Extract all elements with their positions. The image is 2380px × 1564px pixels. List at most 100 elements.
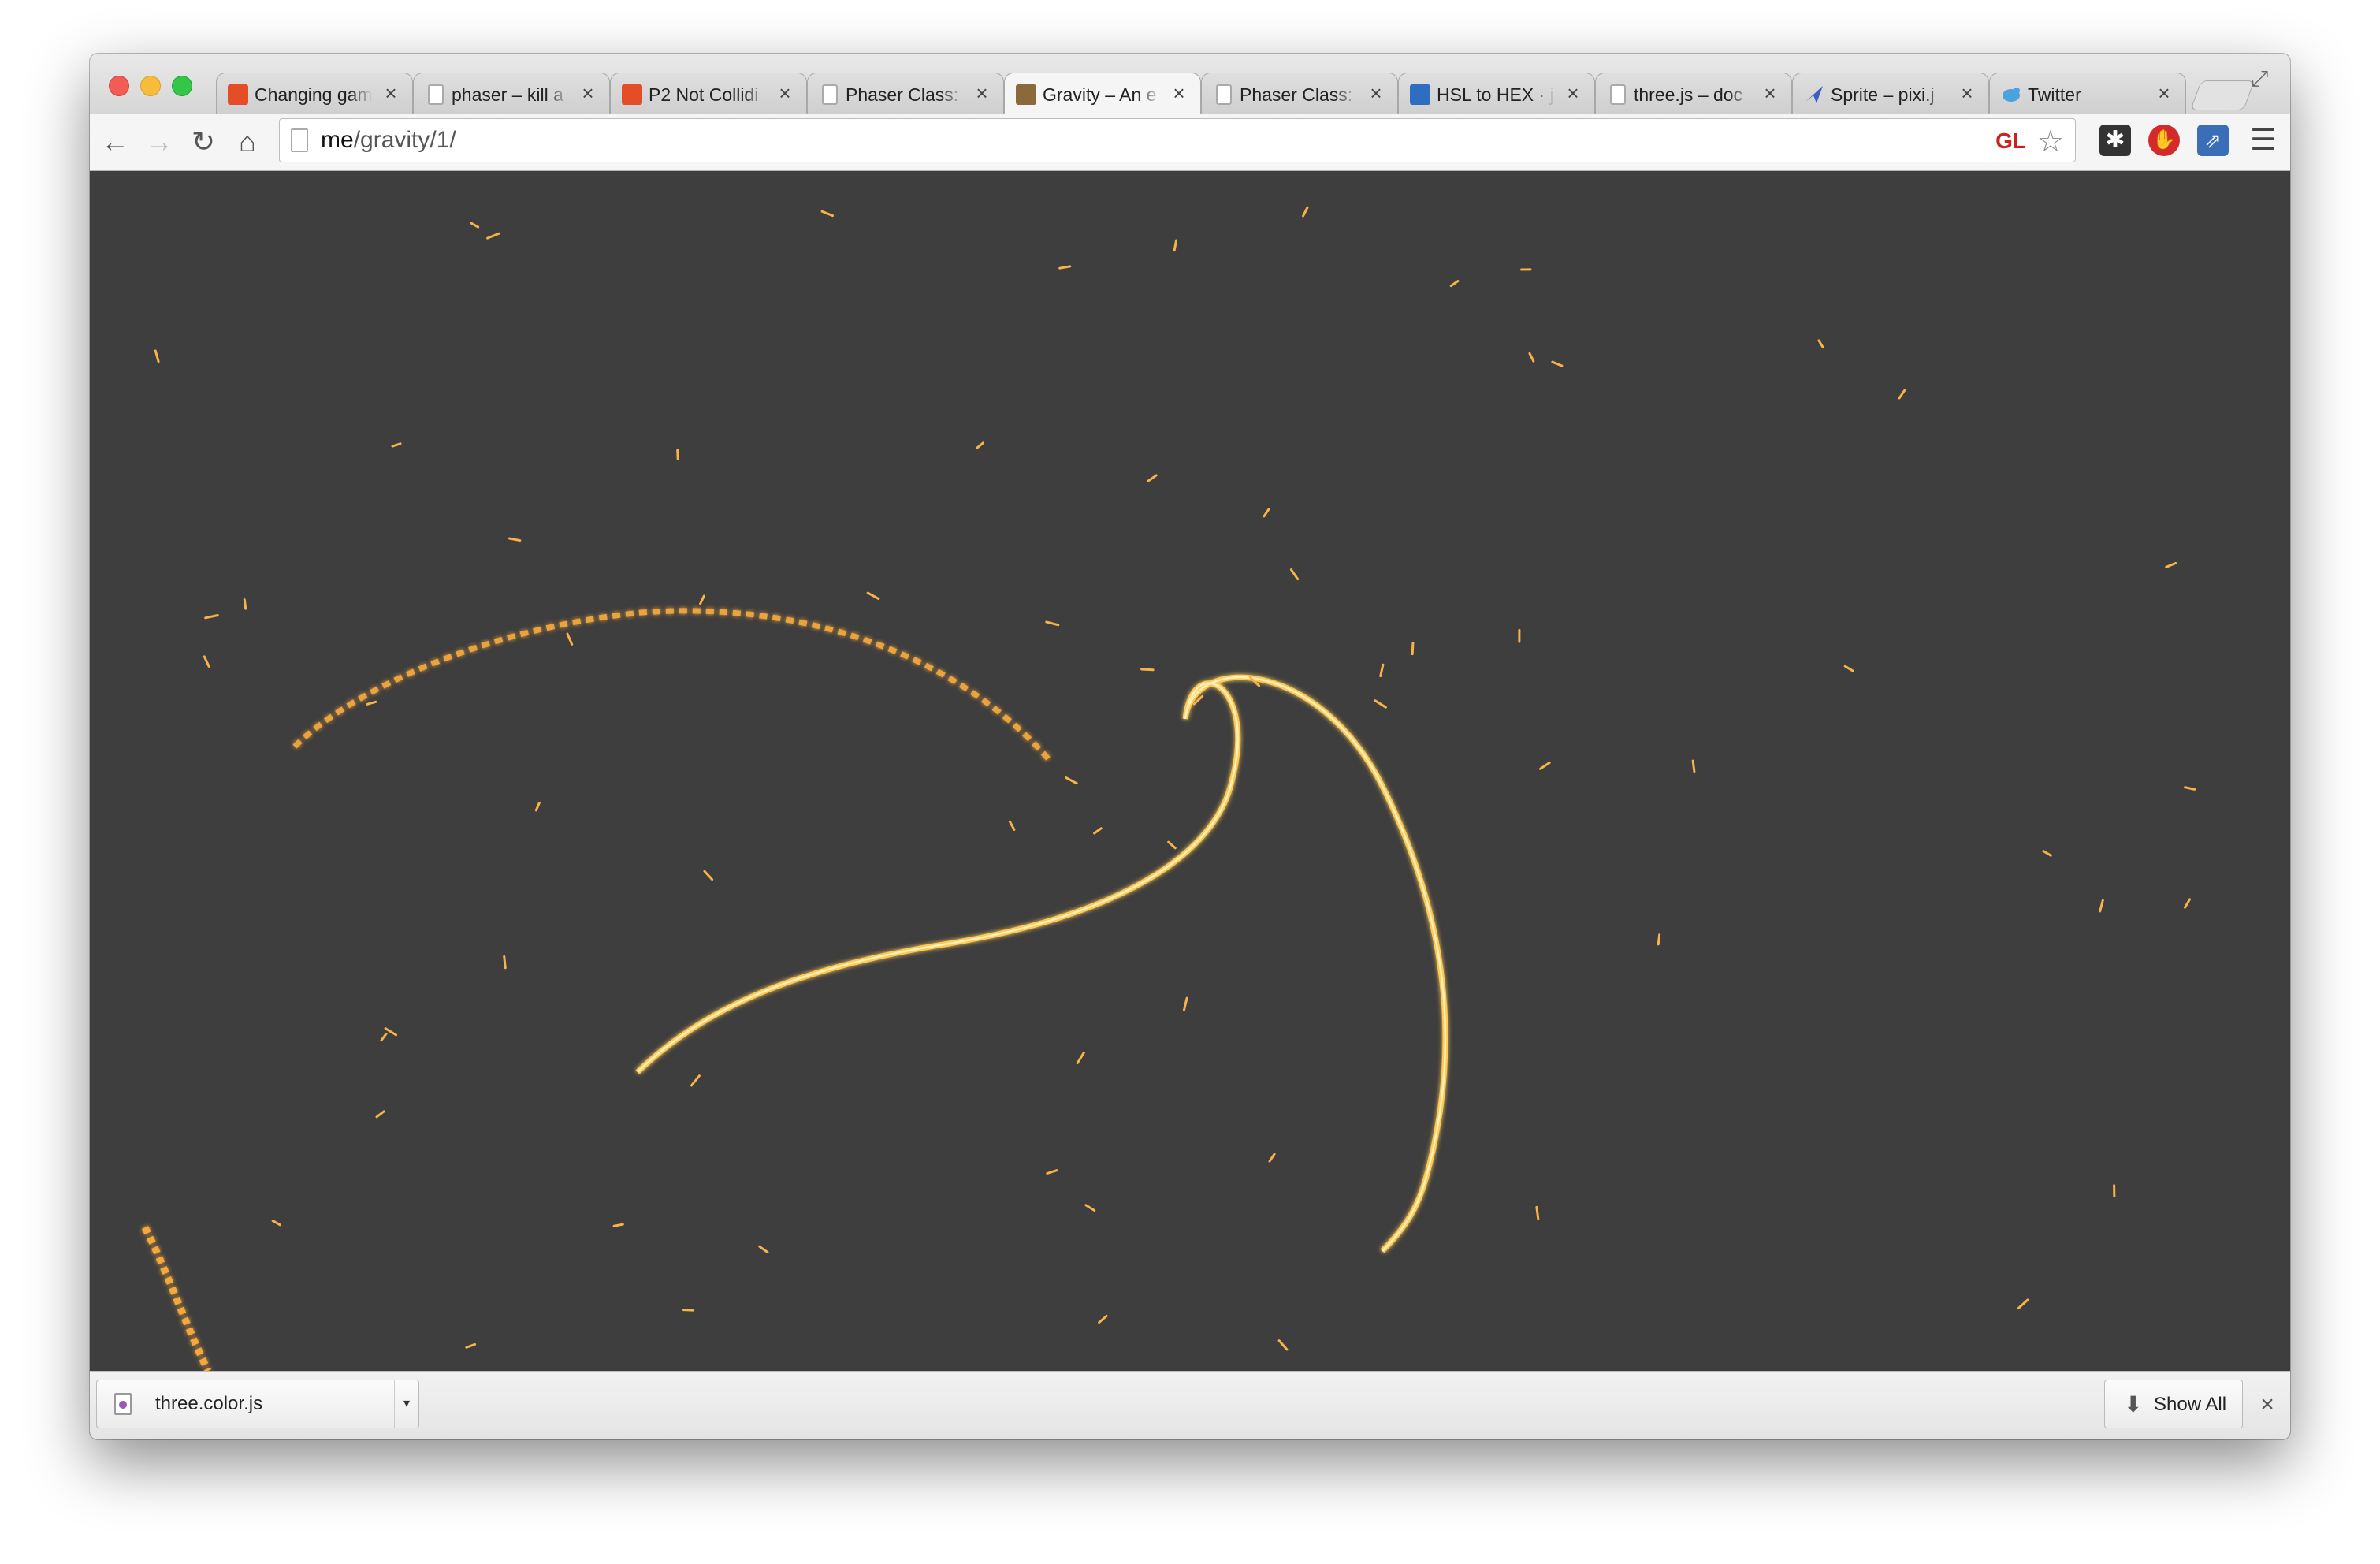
gl-badge[interactable]: GL: [1995, 128, 2026, 154]
particle: [2042, 850, 2052, 857]
url-host: me: [321, 127, 354, 153]
close-downloads-icon[interactable]: ×: [2255, 1389, 2279, 1421]
particle: [1379, 663, 1385, 678]
window-zoom-button[interactable]: [172, 76, 192, 96]
particle: [243, 598, 247, 610]
particle: [380, 1033, 388, 1042]
html5-icon: [228, 84, 248, 105]
particle: [1691, 759, 1696, 773]
pixi-icon: [1804, 84, 1824, 105]
tab-close-icon[interactable]: ×: [972, 81, 992, 105]
particle: [1263, 508, 1270, 518]
address-bar[interactable]: me/gravity/1/ GL ☆: [279, 118, 2076, 162]
particle: [2184, 786, 2196, 791]
gravity-particle-canvas[interactable]: [90, 171, 2290, 1371]
window-close-button[interactable]: [109, 76, 129, 96]
particle: [566, 632, 574, 646]
particle: [820, 210, 835, 218]
bookmark-star-icon[interactable]: ☆: [2037, 124, 2064, 159]
particle: [1084, 1204, 1096, 1212]
particle: [1528, 352, 1535, 363]
particle: [1058, 265, 1072, 270]
tab-title: P2 Not Collidi: [649, 84, 759, 105]
tab-title: phaser – kill a: [452, 84, 563, 105]
tab-sprite-pixi[interactable]: Sprite – pixi.j ×: [1792, 73, 1989, 114]
particle: [1551, 360, 1564, 367]
particle: [976, 441, 984, 449]
tab-hsl-to-hex[interactable]: HSL to HEX · j ×: [1398, 73, 1595, 114]
window-minimize-button[interactable]: [140, 76, 161, 96]
forward-button[interactable]: →: [142, 125, 177, 159]
back-button[interactable]: ←: [98, 125, 132, 159]
particle: [534, 802, 541, 812]
show-all-label: Show All: [2154, 1394, 2227, 1415]
particle: [1008, 820, 1016, 831]
particle-trail-arc: [292, 608, 1054, 765]
particle: [1898, 389, 1906, 400]
particle: [1277, 1339, 1289, 1351]
tab-threejs-docs[interactable]: three.js – doc ×: [1595, 73, 1792, 114]
html5-icon: [622, 84, 642, 105]
particle: [1065, 776, 1078, 785]
particle: [470, 222, 480, 229]
particle: [1182, 996, 1188, 1011]
particle: [503, 955, 507, 970]
particle: [758, 1245, 769, 1254]
tab-close-icon[interactable]: ×: [1563, 81, 1583, 105]
url-text[interactable]: me/gravity/1/: [321, 127, 456, 154]
tab-close-icon[interactable]: ×: [1169, 81, 1189, 105]
particle: [1046, 1169, 1058, 1175]
tab-title: Twitter: [2028, 84, 2081, 105]
download-item[interactable]: three.color.js ▾: [96, 1380, 419, 1428]
particle: [1535, 1205, 1540, 1220]
particle: [2099, 899, 2104, 913]
tab-close-icon[interactable]: ×: [1957, 81, 1977, 105]
tab-phaser-class-1[interactable]: Phaser Class: ×: [807, 73, 1004, 114]
particle: [2017, 1298, 2029, 1310]
tab-p2-not-colliding[interactable]: P2 Not Collidi ×: [610, 73, 807, 114]
tab-changing-game[interactable]: Changing gam ×: [216, 73, 413, 114]
tab-close-icon[interactable]: ×: [578, 81, 598, 105]
tab-close-icon[interactable]: ×: [1760, 81, 1780, 105]
tab-title: HSL to HEX · j: [1437, 84, 1554, 105]
new-tab-button[interactable]: [2190, 80, 2255, 110]
home-button[interactable]: ⌂: [230, 125, 265, 159]
extension-adblock-icon[interactable]: ✋: [2148, 125, 2180, 156]
particle: [699, 594, 705, 605]
hsl-icon: [1410, 84, 1430, 105]
download-menu-arrow-icon[interactable]: ▾: [394, 1380, 418, 1428]
reload-button[interactable]: ↻: [186, 125, 221, 159]
particle: [1268, 1153, 1276, 1163]
tab-close-icon[interactable]: ×: [1366, 81, 1386, 105]
tab-title: Sprite – pixi.j: [1831, 84, 1935, 105]
page-icon: [291, 128, 308, 152]
tab-phaser-class-2[interactable]: Phaser Class: ×: [1201, 73, 1398, 114]
fullscreen-icon[interactable]: ⤢: [2251, 66, 2274, 91]
particle: [465, 1342, 477, 1349]
tab-gravity[interactable]: Gravity – An e ×: [1004, 73, 1201, 114]
tab-strip: Changing gam × phaser – kill a × P2 Not …: [90, 54, 2290, 114]
tab-close-icon[interactable]: ×: [381, 81, 401, 105]
particle: [1173, 239, 1178, 252]
tab-twitter[interactable]: Twitter ×: [1989, 73, 2186, 114]
particle: [366, 700, 377, 706]
particle: [1093, 827, 1103, 835]
tab-close-icon[interactable]: ×: [2154, 81, 2174, 105]
extension-asterisk-icon[interactable]: ✱: [2099, 125, 2131, 156]
extension-share-icon[interactable]: ⇗: [2197, 125, 2229, 156]
particle: [271, 1220, 281, 1227]
particle: [1411, 642, 1415, 656]
particle: [2165, 561, 2177, 568]
url-path: /gravity/1/: [353, 127, 456, 153]
tab-title: three.js – doc: [1634, 84, 1743, 105]
particle: [2184, 898, 2192, 909]
menu-icon[interactable]: ☰: [2248, 125, 2279, 156]
file-icon: [114, 1393, 132, 1415]
downloads-bar: three.color.js ▾ ⬇ Show All ×: [90, 1371, 2290, 1439]
document-icon: [1610, 84, 1626, 105]
page-content: [90, 171, 2290, 1371]
tab-phaser-kill[interactable]: phaser – kill a ×: [413, 73, 610, 114]
tab-close-icon[interactable]: ×: [775, 81, 795, 105]
show-all-downloads-button[interactable]: ⬇ Show All: [2104, 1380, 2243, 1428]
particle: [1076, 1051, 1085, 1065]
